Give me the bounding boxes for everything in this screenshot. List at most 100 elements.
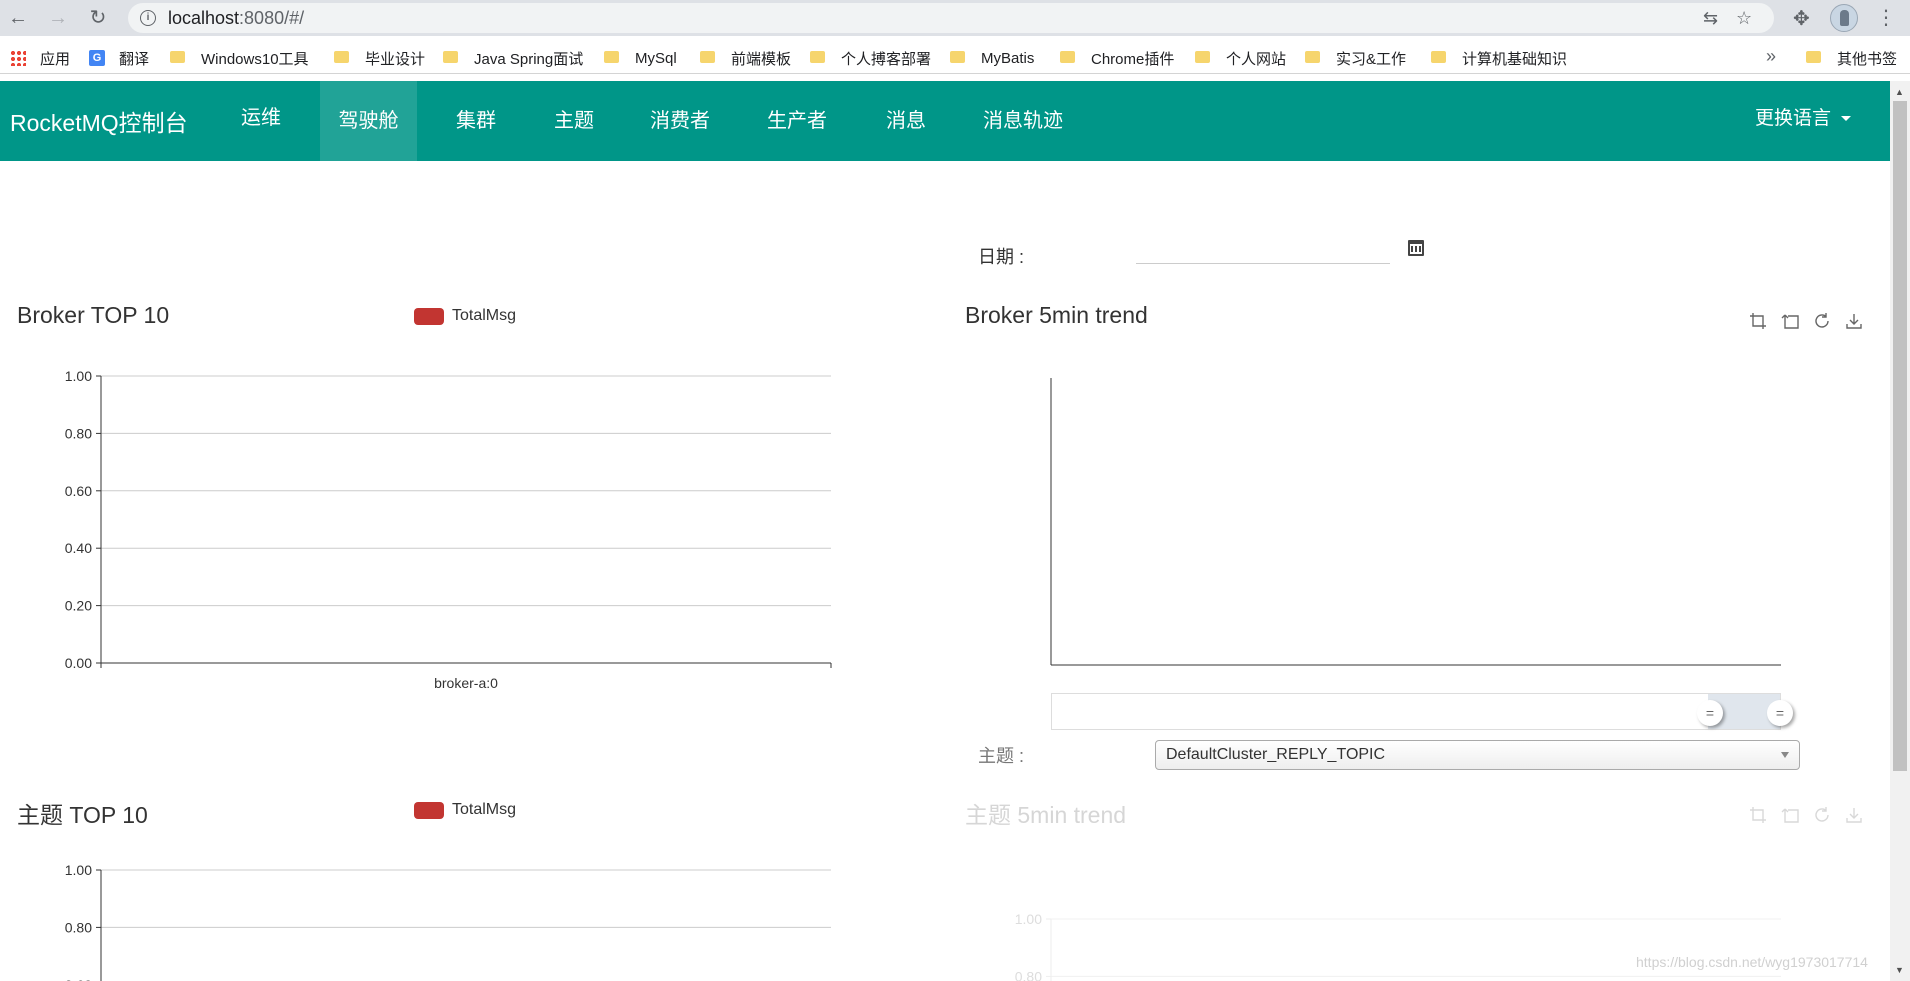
zoom-reset-icon[interactable] bbox=[1781, 312, 1799, 330]
folder-icon bbox=[810, 51, 825, 63]
nav-topic[interactable]: 主题 bbox=[534, 81, 614, 161]
app-navbar: RocketMQ控制台 运维 驾驶舱 集群 主题 消费者 生产者 消息 消息轨迹… bbox=[0, 81, 1890, 161]
y-tick-label: 1.00 bbox=[65, 368, 92, 384]
folder-icon bbox=[700, 51, 715, 63]
folder-icon bbox=[1431, 51, 1446, 63]
y-tick-label: 0.40 bbox=[65, 540, 92, 556]
bookmark-folder[interactable]: 前端模板 bbox=[700, 49, 791, 68]
folder-icon bbox=[1305, 51, 1320, 63]
scroll-down-arrow-icon[interactable]: ▼ bbox=[1895, 965, 1904, 975]
bookmark-folder[interactable]: 个人网站 bbox=[1195, 49, 1286, 68]
browser-menu-icon[interactable]: ⋮ bbox=[1876, 5, 1896, 30]
bookmark-folder[interactable]: 毕业设计 bbox=[334, 49, 425, 68]
calendar-icon[interactable] bbox=[1408, 240, 1424, 256]
caret-down-icon bbox=[1841, 116, 1852, 122]
folder-icon bbox=[950, 51, 965, 63]
folder-icon bbox=[170, 51, 185, 63]
broker-top10-title: Broker TOP 10 bbox=[17, 302, 170, 328]
zoom-reset-icon[interactable] bbox=[1781, 806, 1799, 824]
folder-icon bbox=[1060, 51, 1075, 63]
address-url[interactable]: localhost:8080/#/ bbox=[168, 8, 304, 29]
save-image-icon[interactable] bbox=[1845, 312, 1863, 330]
folder-icon bbox=[334, 51, 349, 63]
y-tick-label: 1.00 bbox=[65, 862, 92, 878]
folder-icon bbox=[1195, 51, 1210, 63]
bookmark-folder[interactable]: 计算机基础知识 bbox=[1431, 49, 1567, 68]
legend-swatch bbox=[414, 801, 444, 819]
zoom-handle-left[interactable]: = bbox=[1697, 700, 1723, 726]
nav-consumer[interactable]: 消费者 bbox=[635, 81, 725, 161]
zoom-handle-right[interactable]: = bbox=[1767, 700, 1793, 726]
brand-title[interactable]: RocketMQ控制台 bbox=[10, 104, 188, 138]
date-input[interactable] bbox=[1136, 263, 1390, 264]
apps-grid-icon bbox=[10, 50, 26, 66]
folder-icon bbox=[443, 51, 458, 63]
nav-dashboard[interactable]: 驾驶舱 bbox=[320, 81, 417, 161]
y-tick-label: 0.20 bbox=[65, 598, 92, 614]
topic-trend-title: 主题 5min trend bbox=[965, 802, 1127, 828]
y-tick-label: 0.60 bbox=[65, 483, 92, 499]
folder-icon bbox=[604, 51, 619, 63]
nav-message[interactable]: 消息 bbox=[866, 81, 946, 161]
back-arrow-icon[interactable]: ← bbox=[6, 6, 30, 30]
bookmark-folder[interactable]: MySql bbox=[604, 49, 677, 67]
y-tick-label: 1.00 bbox=[1015, 911, 1042, 927]
topic-select[interactable]: DefaultCluster_REPLY_TOPIC bbox=[1155, 740, 1800, 770]
select-arrow-icon bbox=[1781, 752, 1789, 758]
more-bookmarks-chevron[interactable]: » bbox=[1766, 46, 1776, 67]
y-tick-label: 0.00 bbox=[65, 655, 92, 671]
reload-icon[interactable]: ↻ bbox=[86, 6, 110, 30]
bookmark-folder[interactable]: Java Spring面试 bbox=[443, 49, 583, 68]
scroll-up-arrow-icon[interactable]: ▲ bbox=[1895, 87, 1904, 97]
bookmark-folder[interactable]: MyBatis bbox=[950, 49, 1034, 67]
bookmark-folder[interactable]: 个人搏客部署 bbox=[810, 49, 931, 68]
nav-message-trace[interactable]: 消息轨迹 bbox=[966, 81, 1080, 161]
y-tick-label: 0.80 bbox=[65, 425, 92, 441]
y-tick-label: 0.60 bbox=[65, 977, 92, 981]
folder-icon bbox=[1806, 51, 1821, 63]
translate-page-icon[interactable]: ⇆ bbox=[1703, 8, 1718, 29]
bookmark-star-icon[interactable]: ☆ bbox=[1736, 8, 1752, 29]
bookmark-folder[interactable]: Windows10工具 bbox=[170, 49, 309, 68]
date-label: 日期 : bbox=[978, 247, 1025, 267]
extensions-puzzle-icon[interactable]: ✥ bbox=[1793, 6, 1810, 31]
watermark-text: https://blog.csdn.net/wyg1973017714 bbox=[1636, 954, 1868, 970]
topic-top10-chart: 0.60 0.80 1.00 bbox=[65, 862, 831, 981]
topic-top10-title: 主题 TOP 10 bbox=[17, 802, 148, 828]
bookmark-translate[interactable]: G 翻译 bbox=[89, 49, 149, 68]
nav-producer[interactable]: 生产者 bbox=[752, 81, 842, 161]
address-bar[interactable]: i localhost:8080/#/ ⇆ ☆ bbox=[128, 3, 1774, 33]
language-dropdown[interactable]: 更换语言 bbox=[1755, 81, 1852, 161]
restore-icon[interactable] bbox=[1813, 806, 1831, 824]
topic-label: 主题 : bbox=[978, 746, 1025, 766]
broker-trend-toolbox bbox=[1749, 312, 1863, 330]
bookmark-folder[interactable]: Chrome插件 bbox=[1060, 49, 1174, 68]
profile-avatar[interactable] bbox=[1830, 4, 1858, 32]
restore-icon[interactable] bbox=[1813, 312, 1831, 330]
save-image-icon[interactable] bbox=[1845, 806, 1863, 824]
nav-ops[interactable]: 运维 bbox=[222, 81, 300, 161]
scroll-thumb[interactable] bbox=[1893, 101, 1907, 771]
zoom-icon[interactable] bbox=[1749, 312, 1767, 330]
x-tick-label: broker-a:0 bbox=[434, 675, 498, 691]
browser-toolbar: ← → ↻ i localhost:8080/#/ ⇆ ☆ ✥ ⋮ bbox=[0, 0, 1910, 36]
bookmark-other-folder[interactable]: 其他书签 bbox=[1806, 49, 1897, 68]
forward-arrow-icon[interactable]: → bbox=[46, 6, 70, 30]
broker-top10-legend[interactable]: TotalMsg bbox=[414, 307, 516, 325]
y-tick-label: 0.80 bbox=[65, 919, 92, 935]
topic-top10-legend[interactable]: TotalMsg bbox=[414, 801, 516, 819]
topic-trend-toolbox bbox=[1749, 806, 1863, 824]
broker-trend-title: Broker 5min trend bbox=[965, 302, 1148, 328]
data-zoom-slider[interactable]: = = bbox=[1051, 693, 1793, 730]
legend-swatch bbox=[414, 307, 444, 325]
site-info-icon[interactable]: i bbox=[140, 10, 156, 26]
page-scrollbar[interactable]: ▲ ▼ bbox=[1890, 81, 1910, 981]
nav-cluster[interactable]: 集群 bbox=[436, 81, 516, 161]
bookmarks-bar: 应用 G 翻译 Windows10工具 毕业设计 Java Spring面试 My… bbox=[0, 40, 1910, 74]
y-tick-label: 0.80 bbox=[1015, 968, 1042, 981]
broker-top10-chart: 0.00 0.20 0.40 0.60 0.80 1.00 broker-a:0 bbox=[65, 368, 832, 691]
zoom-icon[interactable] bbox=[1749, 806, 1767, 824]
bookmark-apps[interactable]: 应用 bbox=[10, 49, 70, 68]
bookmark-folder[interactable]: 实习&工作 bbox=[1305, 49, 1406, 68]
broker-trend-chart bbox=[1050, 378, 1781, 666]
